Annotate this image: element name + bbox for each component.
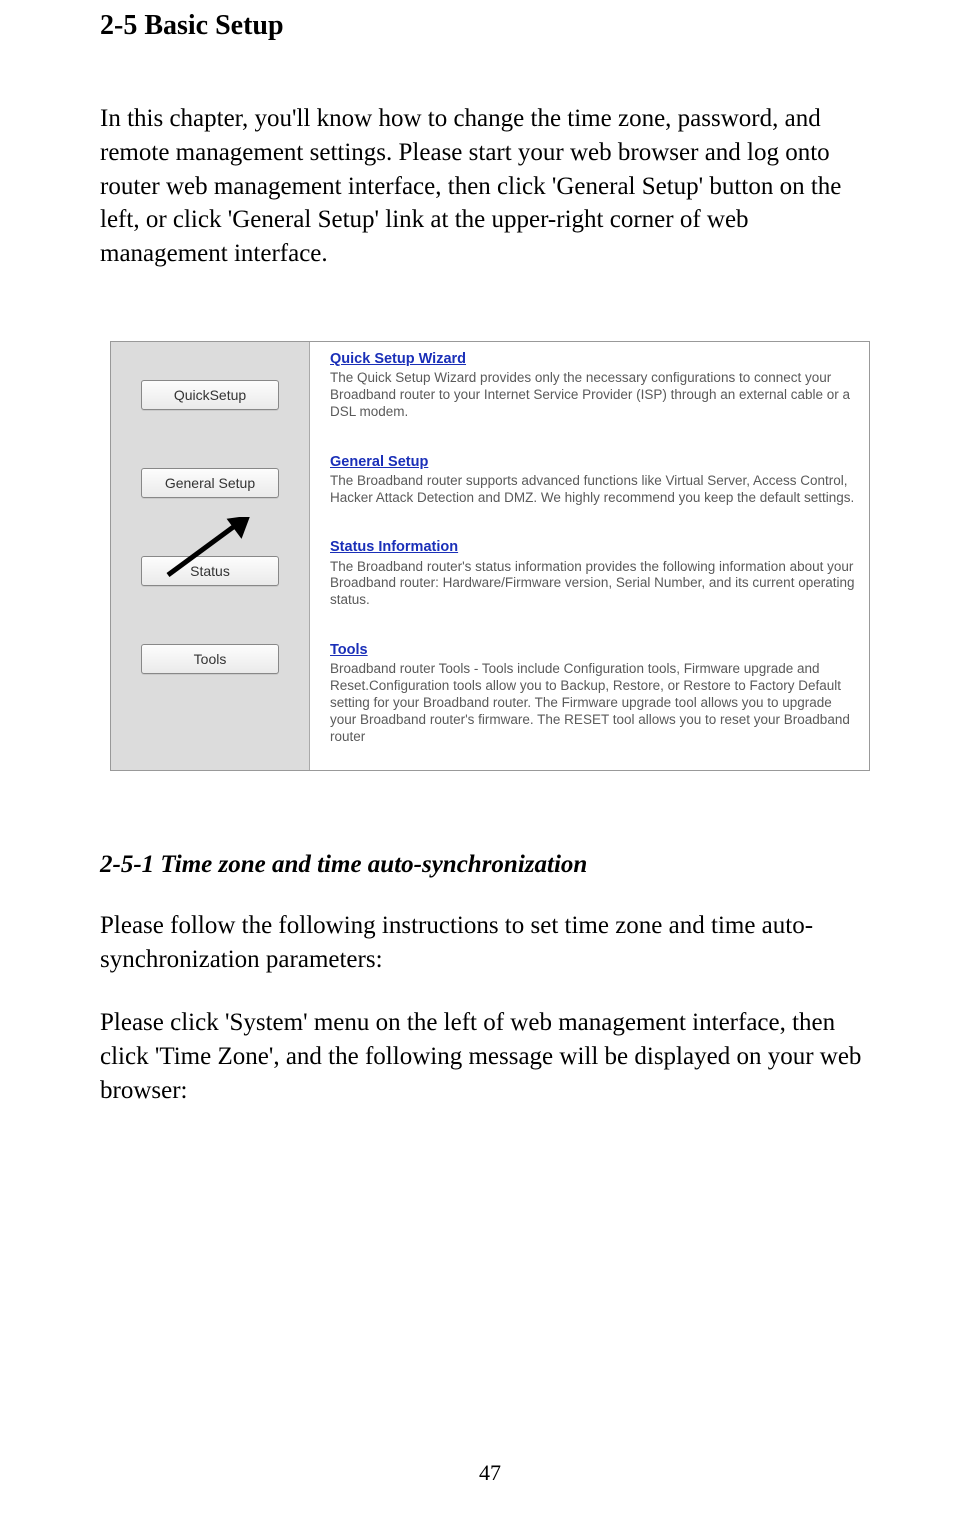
section-tools: Tools Broadband router Tools - Tools inc… xyxy=(330,641,855,746)
status-desc: The Broadband router's status informatio… xyxy=(330,559,855,610)
router-ui-screenshot: HERE! QuickSetup General Setup Status To… xyxy=(110,341,870,771)
status-link[interactable]: Status Information xyxy=(330,538,458,556)
content-panel: Quick Setup Wizard The Quick Setup Wizar… xyxy=(310,342,869,770)
page-number: 47 xyxy=(0,1460,980,1486)
tools-desc: Broadband router Tools - Tools include C… xyxy=(330,661,855,745)
quicksetup-link[interactable]: Quick Setup Wizard xyxy=(330,350,466,368)
tools-button[interactable]: Tools xyxy=(141,644,279,674)
tools-link[interactable]: Tools xyxy=(330,641,368,659)
status-button[interactable]: Status xyxy=(141,556,279,586)
intro-paragraph: In this chapter, you'll know how to chan… xyxy=(100,102,880,271)
general-setup-link[interactable]: General Setup xyxy=(330,453,428,471)
general-setup-desc: The Broadband router supports advanced f… xyxy=(330,473,855,507)
section-quicksetup: Quick Setup Wizard The Quick Setup Wizar… xyxy=(330,350,855,421)
timezone-intro-paragraph: Please follow the following instructions… xyxy=(100,909,880,977)
section-general-setup: General Setup The Broadband router suppo… xyxy=(330,453,855,507)
section-status: Status Information The Broadband router'… xyxy=(330,538,855,609)
section-heading: 2-5 Basic Setup xyxy=(100,10,880,42)
sidebar: QuickSetup General Setup Status Tools xyxy=(111,342,309,770)
sub-heading: 2-5-1 Time zone and time auto-synchroniz… xyxy=(100,851,880,879)
quicksetup-desc: The Quick Setup Wizard provides only the… xyxy=(330,370,855,421)
timezone-instructions-paragraph: Please click 'System' menu on the left o… xyxy=(100,1006,880,1107)
general-setup-button[interactable]: General Setup xyxy=(141,468,279,498)
quicksetup-button[interactable]: QuickSetup xyxy=(141,380,279,410)
